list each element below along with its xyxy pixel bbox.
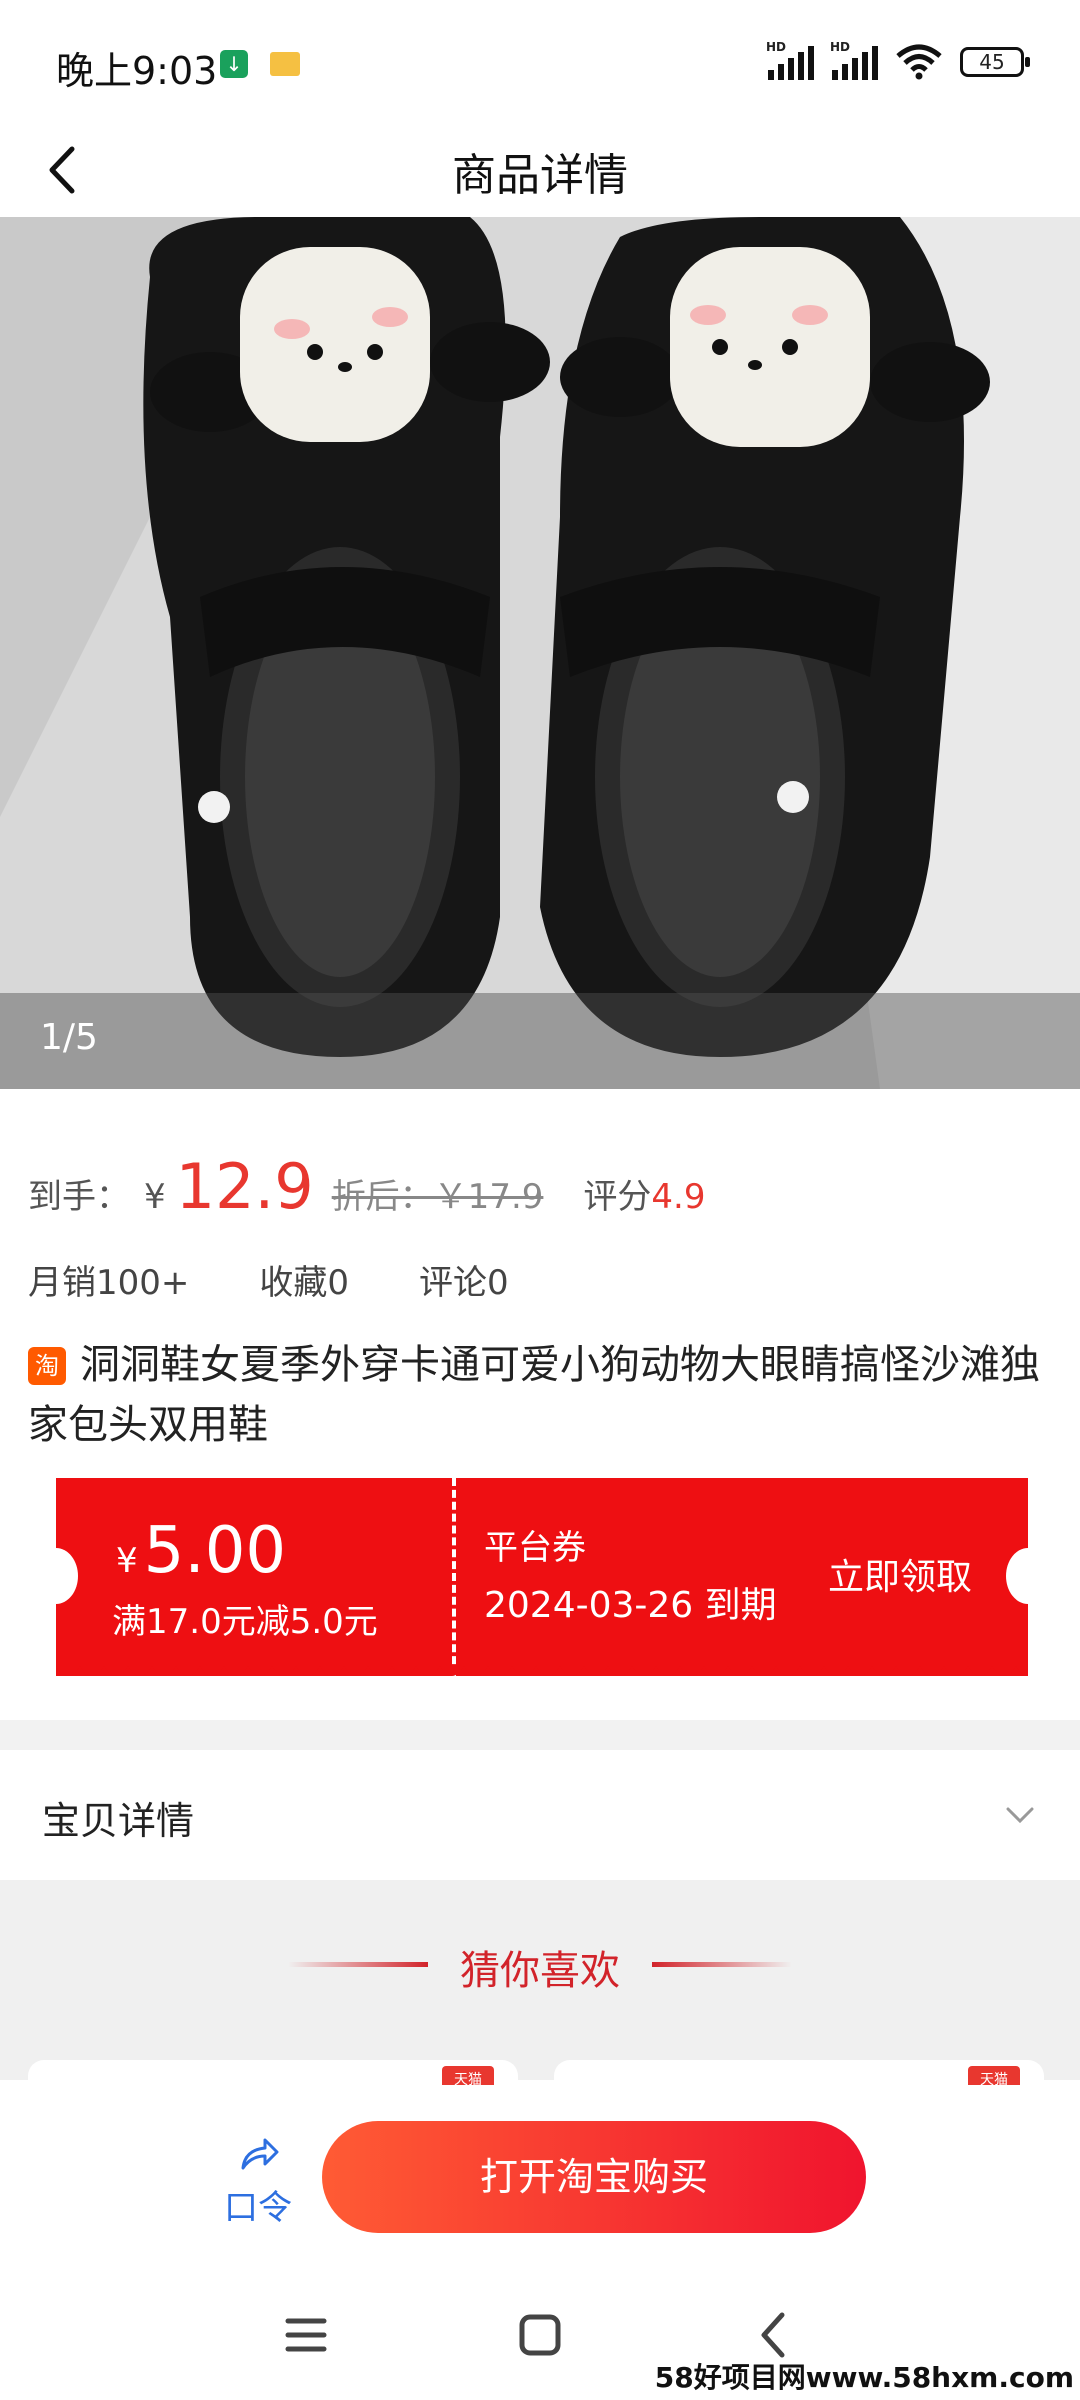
home-icon[interactable]: [510, 2305, 570, 2365]
coupon-type: 平台券: [484, 1528, 586, 1568]
signal-1-icon: HD: [766, 40, 814, 80]
coupon-value: 5.00: [143, 1514, 287, 1588]
coupon-divider: [452, 1478, 456, 1676]
monthly-sales: 月销100+: [28, 1263, 190, 1303]
recommend-title: 猜你喜欢: [460, 1948, 620, 1994]
recommend-section: 猜你喜欢 天猫 天猫: [0, 1880, 1080, 2100]
coupon-condition: 满17.0元减5.0元: [112, 1602, 378, 1642]
recommend-line-right: [652, 1962, 792, 1967]
price-row: 到手： ¥ 12.9 折后：￥17.9 评分 4.9: [28, 1150, 1052, 1230]
product-image-carousel[interactable]: 1/5: [0, 217, 1080, 1089]
signal-2-icon: HD: [830, 40, 878, 80]
battery-icon: 45: [960, 47, 1030, 77]
price-currency: ¥: [144, 1177, 166, 1217]
message-notification-icon: [270, 52, 300, 76]
product-details-toggle[interactable]: 宝贝详情: [0, 1750, 1080, 1880]
chevron-down-icon: [1006, 1807, 1034, 1824]
bottom-action-bar: 口令 打开淘宝购买: [0, 2085, 1080, 2265]
taobao-badge-icon: 淘: [28, 1347, 66, 1385]
system-nav-bar: 58好项目网www.58hxm.com: [0, 2265, 1080, 2400]
product-photo: [0, 217, 1080, 1089]
coupon-expiry: 2024-03-26 到期: [484, 1585, 777, 1626]
coupon-currency: ¥: [116, 1541, 138, 1581]
page-title: 商品详情: [452, 150, 628, 201]
coupon-notch-left: [34, 1548, 78, 1604]
stats-row: 月销100+ 收藏0 评论0: [28, 1255, 509, 1304]
rating-label: 评分: [583, 1177, 652, 1217]
menu-icon[interactable]: [276, 2305, 336, 2365]
final-price: 12.9: [175, 1150, 314, 1223]
share-kouling-button[interactable]: 口令: [218, 2130, 298, 2229]
price-label: 到手：: [28, 1177, 130, 1217]
product-detail-page: 晚上9:03 ↓ HD HD 45 商品详情 1/5 到手： ¥ 12.9 折后…: [0, 0, 1080, 2400]
coupon-notch-right: [1006, 1548, 1050, 1604]
share-icon: [241, 2138, 279, 2170]
header: 商品详情: [0, 125, 1080, 217]
coupon-wave-edge: [56, 1666, 1028, 1676]
rating-value: 4.9: [651, 1177, 706, 1217]
product-title: 洞洞鞋女夏季外穿卡通可爱小狗动物大眼睛搞怪沙滩独家包头双用鞋: [28, 1342, 1040, 1448]
status-bar: 晚上9:03 ↓ HD HD 45: [0, 0, 1080, 125]
share-label: 口令: [224, 2188, 292, 2228]
status-time: 晚上9:03: [56, 49, 218, 93]
claim-coupon-button[interactable]: 立即领取: [828, 1548, 972, 1600]
original-price: 折后：￥17.9: [331, 1177, 544, 1217]
image-counter-overlay: 1/5: [0, 993, 1080, 1089]
download-notification-icon: ↓: [220, 50, 248, 78]
coupon-amount: ¥ 5.00: [116, 1514, 286, 1588]
product-title-block: 淘洞洞鞋女夏季外穿卡通可爱小狗动物大眼睛搞怪沙滩独家包头双用鞋: [28, 1335, 1058, 1455]
status-icons: HD HD 45: [766, 40, 1030, 84]
open-taobao-buy-button[interactable]: 打开淘宝购买: [322, 2121, 866, 2233]
product-details-label: 宝贝详情: [42, 1799, 195, 1843]
wifi-icon: [896, 44, 942, 80]
favorites-count: 收藏0: [259, 1263, 350, 1303]
image-counter: 1/5: [40, 1017, 98, 1058]
watermark: 58好项目网www.58hxm.com: [654, 2361, 1074, 2394]
section-divider: [0, 1720, 1080, 1750]
comments-count: 评论0: [419, 1263, 509, 1303]
coupon-card[interactable]: ¥ 5.00 满17.0元减5.0元 平台券 2024-03-26 到期 立即领…: [34, 1478, 1050, 1676]
